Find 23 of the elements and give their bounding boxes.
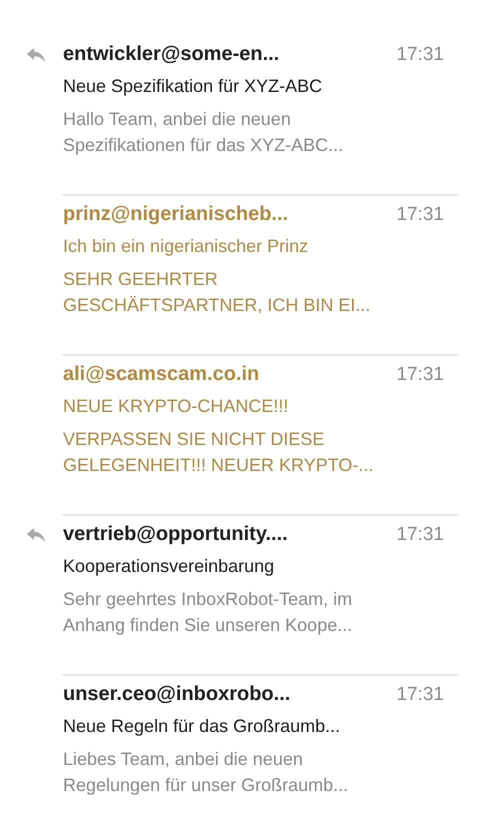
message-subject: Kooperationsvereinbarung <box>63 555 276 578</box>
message-time: 17:31 <box>396 44 444 66</box>
message-preview: SEHR GEEHRTER GESCHÄFTSPARTNER, ICH BIN EI... <box>63 268 372 317</box>
message-preview: Hallo Team, anbei die neuen Spezifikationen für das XYZ-ABC... <box>63 108 344 157</box>
message-row[interactable]: entwickler@some-en... 17:31 Neue Spezifikation für XYZ-ABC Hallo Team, anbei die neuen Spezifikationen für das XYZ-ABC... <box>0 36 480 196</box>
message-time: 17:31 <box>396 684 444 706</box>
message-preview: Sehr geehrtes InboxRobot-Team, im Anhang finden Sie unseren Koope... <box>63 588 354 637</box>
message-time: 17:31 <box>396 524 444 546</box>
sender-address: entwickler@some-en... <box>63 42 280 67</box>
sender-address: vertrieb@opportunity.... <box>63 522 288 547</box>
message-time: 17:31 <box>396 364 444 386</box>
message-time: 17:31 <box>396 204 444 226</box>
message-subject: Neue Regeln für das Großraumb... <box>63 715 342 738</box>
message-subject: Neue Spezifikation für XYZ-ABC <box>63 75 324 98</box>
sender-address: prinz@nigerianischeb... <box>63 202 288 227</box>
message-row[interactable]: unser.ceo@inboxrobo... 17:31 Neue Regeln für das Großraumb... Liebes Team, anbei die neuen Regelungen für unser Großraumb... <box>0 676 480 820</box>
message-row[interactable]: vertrieb@opportunity.... 17:31 Kooperationsvereinbarung Sehr geehrtes InboxRobot-Team, im Anhang finden Sie unseren Koope... <box>0 516 480 676</box>
message-preview: Liebes Team, anbei die neuen Regelungen für unser Großraumb... <box>63 748 350 797</box>
sender-address: unser.ceo@inboxrobo... <box>63 682 290 707</box>
sender-address: ali@scamscam.co.in <box>63 362 260 387</box>
message-subject: NEUE KRYPTO-CHANCE!!! <box>63 395 290 418</box>
message-subject: Ich bin ein nigerianischer Prinz <box>63 235 310 258</box>
message-preview: VERPASSEN SIE NICHT DIESE GELEGENHEIT!!! NEUER KRYPTO-... <box>63 428 374 477</box>
